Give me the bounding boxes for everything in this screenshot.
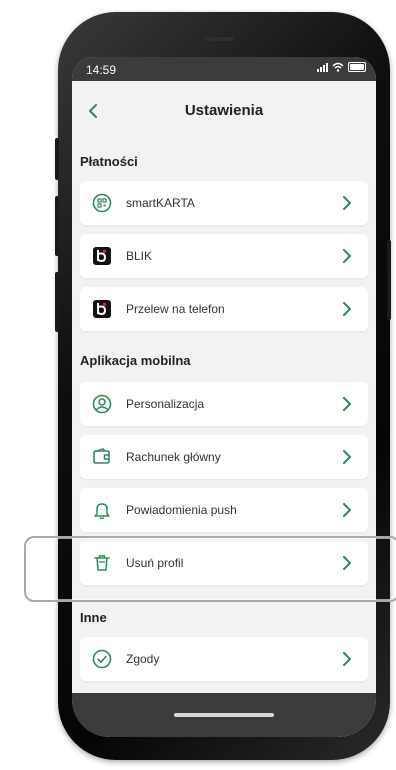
chevron-right-icon: [338, 448, 356, 466]
menu-item-zgody[interactable]: Zgody: [80, 637, 368, 681]
menu-item-personalizacja[interactable]: Personalizacja: [80, 382, 368, 426]
check-circle-icon: [92, 649, 112, 669]
phone-screen: 14:59 Ustawienia Płatności smartKARTA BL…: [72, 57, 376, 737]
volume-up-button: [55, 196, 59, 256]
chevron-right-icon: [338, 501, 356, 519]
signal-icon: [317, 62, 328, 72]
menu-item-label: Rachunek główny: [126, 450, 221, 464]
menu-item-smartkarta[interactable]: smartKARTA: [80, 181, 368, 225]
chevron-right-icon: [338, 247, 356, 265]
chevron-right-icon: [338, 194, 356, 212]
section-title-other: Inne: [80, 610, 107, 625]
chevron-right-icon: [338, 300, 356, 318]
status-bar: 14:59: [72, 57, 376, 81]
menu-item-rachunek-glowny[interactable]: Rachunek główny: [80, 435, 368, 479]
menu-item-label: Powiadomienia push: [126, 503, 237, 517]
home-indicator-area: [72, 693, 376, 737]
highlight-frame: [24, 536, 396, 602]
blik-phone-transfer-icon: [92, 299, 112, 319]
menu-item-label: Personalizacja: [126, 397, 205, 411]
wifi-icon: [332, 62, 344, 72]
section-title-mobile-app: Aplikacja mobilna: [80, 353, 191, 368]
wallet-icon: [92, 447, 112, 467]
section-title-payments: Płatności: [80, 154, 138, 169]
battery-icon: [348, 62, 366, 72]
app-header: Ustawienia: [72, 81, 376, 145]
blik-icon: [92, 246, 112, 266]
chevron-right-icon: [338, 650, 356, 668]
user-circle-icon: [92, 394, 112, 414]
power-button: [387, 240, 391, 320]
chevron-right-icon: [338, 395, 356, 413]
menu-item-label: smartKARTA: [126, 196, 195, 210]
status-time: 14:59: [86, 63, 117, 77]
qr-card-icon: [92, 193, 112, 213]
status-icons: [317, 62, 366, 72]
home-indicator[interactable]: [174, 713, 274, 717]
menu-item-powiadomienia-push[interactable]: Powiadomienia push: [80, 488, 368, 532]
menu-item-blik[interactable]: BLIK: [80, 234, 368, 278]
bell-icon: [92, 500, 112, 520]
volume-down-button: [55, 272, 59, 332]
mute-switch: [55, 138, 59, 180]
earpiece-speaker: [204, 37, 234, 41]
menu-item-label: Zgody: [126, 652, 160, 666]
menu-item-label: Przelew na telefon: [126, 302, 225, 316]
menu-item-przelew-na-telefon[interactable]: Przelew na telefon: [80, 287, 368, 331]
page-title: Ustawienia: [184, 102, 264, 119]
menu-item-label: BLIK: [126, 249, 153, 263]
